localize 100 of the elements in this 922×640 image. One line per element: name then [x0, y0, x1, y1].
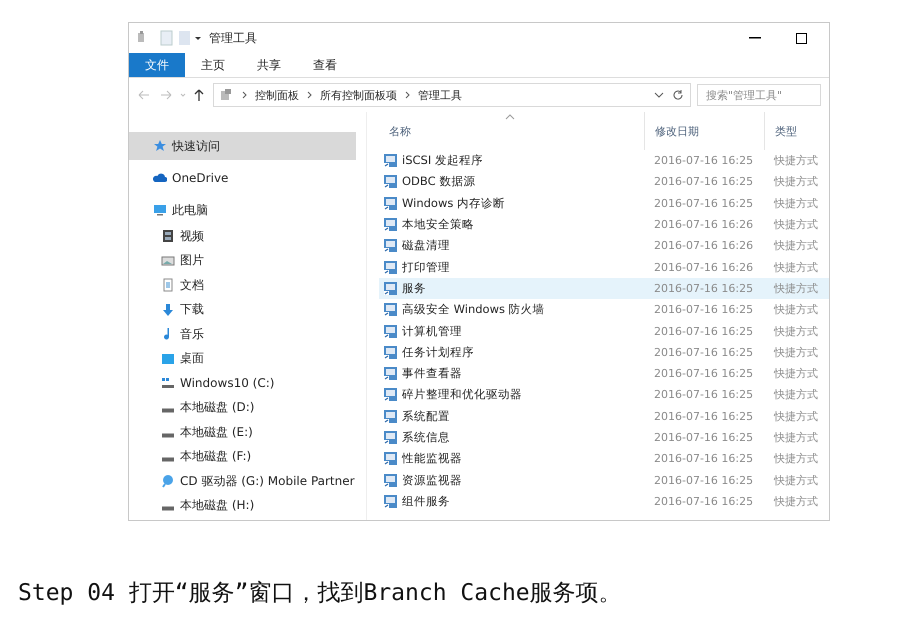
- shortcut-icon: [383, 174, 398, 190]
- type-cell-text: 快捷方式: [772, 387, 819, 402]
- window-title: 管理工具: [209, 30, 258, 46]
- sidebar-item[interactable]: CD 驱动器 (G:) Mobile Partner: [129, 469, 356, 494]
- picture-icon: [161, 254, 175, 268]
- sidebar-item[interactable]: 快速访问: [129, 132, 356, 160]
- search-field[interactable]: 搜索"管理工具": [697, 84, 821, 106]
- file-name: 资源监视器: [402, 472, 462, 488]
- shortcut-icon: [383, 366, 398, 382]
- sidebar-item[interactable]: 图片: [129, 248, 356, 273]
- sidebar-item[interactable]: 本地磁盘 (E:): [129, 420, 356, 444]
- file-row[interactable]: 系统信息 2016-07-16 16:25 快捷方式: [379, 426, 829, 448]
- breadcrumb-item[interactable]: 管理工具: [418, 88, 462, 102]
- chevron-icon: [405, 91, 410, 99]
- breadcrumb-item[interactable]: 控制面板: [255, 88, 299, 102]
- file-name: 任务计划程序: [402, 344, 474, 360]
- refresh-icon[interactable]: [672, 89, 684, 101]
- disc-icon: [161, 474, 175, 488]
- type-cell-text: 快捷方式: [772, 302, 819, 318]
- file-row[interactable]: 碎片整理和优化驱动器 2016-07-16 16:25 快捷方式: [379, 384, 829, 406]
- file-name: 本地安全策略: [402, 217, 474, 232]
- type-cell-text: 快捷方式: [772, 324, 819, 339]
- sidebar-item[interactable]: 音乐: [129, 322, 356, 346]
- sidebar-item[interactable]: OneDrive: [129, 164, 356, 192]
- type-cell-text: 快捷方式: [772, 494, 819, 509]
- ribbon-tab[interactable]: 共享: [241, 53, 297, 77]
- file-row[interactable]: ODBC 数据源 2016-07-16 16:25 快捷方式: [379, 171, 829, 193]
- sidebar-item[interactable]: 视频: [129, 224, 356, 248]
- file-row[interactable]: 任务计划程序 2016-07-16 16:25 快捷方式: [379, 342, 829, 363]
- sidebar-item[interactable]: 文档: [129, 273, 356, 298]
- column-header[interactable]: 类型: [764, 112, 829, 150]
- file-row[interactable]: 高级安全 Windows 防火墙 2016-07-16 16:25 快捷方式: [379, 299, 829, 320]
- shortcut-icon: [383, 217, 398, 232]
- drive-icon: [161, 408, 175, 414]
- date-cell-text: 2016-07-16 16:25: [653, 303, 754, 316]
- shortcut-icon: [383, 387, 398, 402]
- file-name: iSCSI 发起程序: [402, 153, 483, 168]
- sidebar-item[interactable]: 本地磁盘 (H:): [129, 494, 356, 518]
- date-cell-text: 2016-07-16 16:25: [653, 175, 754, 188]
- type-cell-text: 快捷方式: [772, 260, 819, 275]
- folder-icon: [220, 88, 234, 102]
- ribbon-tab[interactable]: 文件: [129, 53, 185, 77]
- date-cell-text: 2016-07-16 16:25: [653, 367, 754, 380]
- drive-icon: [161, 376, 175, 390]
- date-cell-text: 2016-07-16 16:25: [653, 431, 754, 444]
- caption-text: Step 04 打开“服务”窗口，找到Branch Cache服务项。: [18, 579, 623, 608]
- file-row[interactable]: 服务 2016-07-16 16:25 快捷方式: [379, 278, 829, 300]
- file-row[interactable]: 本地安全策略 2016-07-16 16:26 快捷方式: [379, 214, 829, 236]
- monitor-icon: [153, 203, 167, 217]
- date-cell-text: 2016-07-16 16:25: [653, 410, 754, 423]
- file-row[interactable]: 资源监视器 2016-07-16 16:25 快捷方式: [379, 469, 829, 491]
- shortcut-icon: [383, 302, 398, 318]
- date-cell-text: 2016-07-16 16:26: [653, 218, 754, 232]
- shortcut-icon: [383, 494, 398, 509]
- file-name: ODBC 数据源: [402, 174, 476, 190]
- sidebar-item[interactable]: 本地磁盘 (D:): [129, 396, 356, 420]
- sidebar-item[interactable]: 此电脑: [129, 196, 356, 224]
- date-cell-text: 2016-07-16 16:25: [653, 494, 754, 508]
- column-header[interactable]: 修改日期: [644, 112, 764, 150]
- ribbon-tab[interactable]: 查看: [297, 53, 353, 77]
- film-icon: [161, 229, 175, 244]
- type-cell-text: 快捷方式: [772, 280, 819, 296]
- chevron-icon: [307, 91, 312, 99]
- sidebar-item[interactable]: 本地磁盘 (F:): [129, 444, 356, 469]
- drive-icon: [161, 432, 175, 438]
- type-cell-text: 快捷方式: [772, 344, 819, 360]
- file-row[interactable]: 事件查看器 2016-07-16 16:25 快捷方式: [379, 362, 829, 384]
- file-name: 高级安全 Windows 防火墙: [402, 302, 545, 318]
- file-name: 服务: [402, 280, 426, 296]
- file-row[interactable]: 系统配置 2016-07-16 16:25 快捷方式: [379, 406, 829, 427]
- file-name: 碎片整理和优化驱动器: [402, 387, 522, 402]
- shortcut-icon: [383, 260, 398, 275]
- sidebar-item[interactable]: Windows10 (C:): [129, 371, 356, 396]
- file-row[interactable]: 磁盘清理 2016-07-16 16:26 快捷方式: [379, 235, 829, 256]
- file-row[interactable]: Windows 内存诊断 2016-07-16 16:25 快捷方式: [379, 192, 829, 214]
- file-name: 系统信息: [402, 430, 450, 445]
- shortcut-icon: [383, 472, 398, 488]
- chevron-icon: [242, 91, 247, 99]
- shortcut-icon: [383, 430, 398, 445]
- file-row[interactable]: iSCSI 发起程序 2016-07-16 16:25 快捷方式: [379, 150, 829, 172]
- shortcut-icon: [383, 280, 398, 296]
- shortcut-icon: [383, 451, 398, 466]
- file-name: 组件服务: [402, 494, 450, 509]
- sidebar-item[interactable]: 下载: [129, 298, 356, 322]
- dropdown-icon[interactable]: [654, 91, 664, 99]
- ribbon-tab[interactable]: 主页: [185, 53, 241, 77]
- breadcrumb-item[interactable]: 所有控制面板项: [320, 88, 397, 102]
- file-row[interactable]: 组件服务 2016-07-16 16:25 快捷方式: [379, 490, 829, 512]
- column-header[interactable]: 名称: [379, 112, 644, 150]
- address-bar[interactable]: 控制面板 所有控制面板项 管理工具: [213, 83, 691, 107]
- file-row[interactable]: 计算机管理 2016-07-16 16:25 快捷方式: [379, 320, 829, 342]
- date-cell-text: 2016-07-16 16:25: [653, 196, 754, 210]
- sidebar-item[interactable]: 桌面: [129, 346, 356, 371]
- file-row[interactable]: 性能监视器 2016-07-16 16:25 快捷方式: [379, 448, 829, 470]
- type-cell-text: 快捷方式: [772, 408, 819, 424]
- desktop-icon: [161, 352, 175, 366]
- shortcut-icon: [383, 344, 398, 360]
- shortcut-icon: [383, 408, 398, 424]
- date-cell-text: 2016-07-16 16:25: [653, 324, 754, 338]
- file-row[interactable]: 打印管理 2016-07-16 16:26 快捷方式: [379, 256, 829, 278]
